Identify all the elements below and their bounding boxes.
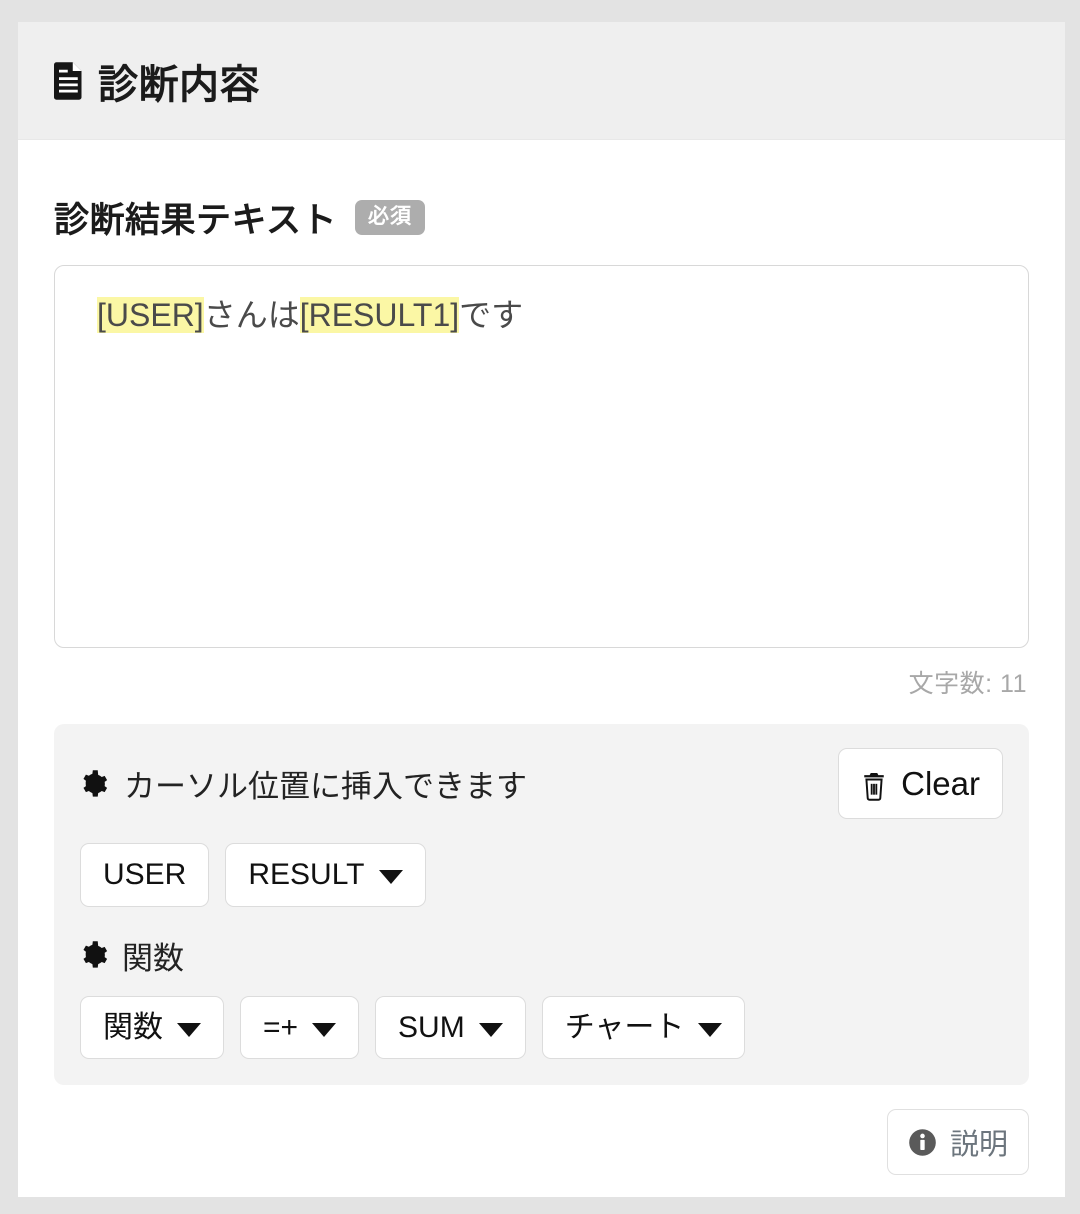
textarea-content: [USER]さんは[RESULT1]です	[97, 292, 1008, 338]
insert-panel: カーソル位置に挿入できます Clear USER RESULT 関数 関数 =+…	[54, 724, 1029, 1086]
insert-result-dropdown[interactable]: RESULT	[225, 843, 426, 907]
insert-result-dropdown-label: RESULT	[248, 858, 365, 892]
function-dropdown[interactable]: 関数	[80, 995, 224, 1060]
sum-dropdown-label: SUM	[398, 1010, 465, 1044]
trash-icon	[861, 769, 887, 801]
diagnosis-content-card: 診断内容 診断結果テキスト 必須 [USER]さんは[RESULT1]です 文字…	[18, 22, 1065, 1197]
operator-dropdown-label: =+	[263, 1010, 299, 1044]
chevron-down-icon	[698, 1022, 723, 1037]
gear-icon	[80, 769, 108, 798]
insert-user-button[interactable]: USER	[80, 843, 210, 907]
result-text-textarea[interactable]: [USER]さんは[RESULT1]です	[54, 265, 1029, 648]
card-header: 診断内容	[18, 22, 1065, 140]
insert-panel-header: カーソル位置に挿入できます Clear	[80, 748, 1003, 820]
character-count: 文字数: 11	[908, 670, 1027, 698]
required-badge: 必須	[354, 200, 425, 235]
function-section-heading: 関数	[80, 933, 1003, 978]
chevron-down-icon	[378, 870, 403, 884]
chevron-down-icon	[312, 1022, 337, 1037]
card-header-title: 診断内容	[54, 52, 260, 110]
insert-panel-heading: カーソル位置に挿入できます	[80, 761, 527, 806]
card-body: 診断結果テキスト 必須 [USER]さんは[RESULT1]です 文字数: 11	[18, 140, 1065, 1086]
sum-dropdown[interactable]: SUM	[375, 995, 526, 1060]
help-button-label: 説明	[949, 1129, 1008, 1162]
page-root: 診断内容 診断結果テキスト 必須 [USER]さんは[RESULT1]です 文字…	[0, 0, 1080, 1214]
card-footer: 説明	[18, 1085, 1065, 1176]
info-circle-icon	[908, 1128, 937, 1157]
help-button[interactable]: 説明	[886, 1109, 1029, 1176]
card-header-title-text: 診断内容	[98, 62, 260, 107]
chart-dropdown-label: チャート	[564, 1010, 685, 1044]
chevron-down-icon	[177, 1022, 201, 1037]
chart-dropdown[interactable]: チャート	[541, 995, 746, 1060]
document-icon	[54, 61, 84, 100]
clear-button[interactable]: Clear	[838, 748, 1003, 820]
token-user: [USER]	[97, 297, 204, 333]
clear-button-label: Clear	[901, 765, 980, 802]
field-label: 診断結果テキスト	[54, 201, 337, 240]
textarea-plain-2: です	[459, 297, 524, 333]
field-label-row: 診断結果テキスト 必須	[54, 192, 1029, 243]
gear-icon	[80, 941, 108, 969]
token-result1: [RESULT1]	[299, 297, 460, 333]
insert-panel-heading-text: カーソル位置に挿入できます	[124, 769, 527, 805]
insert-user-button-label: USER	[103, 858, 187, 892]
textarea-plain-1: さんは	[203, 297, 300, 333]
function-button-row: 関数 =+ SUM チャート	[80, 995, 1003, 1060]
function-dropdown-label: 関数	[103, 1010, 163, 1044]
chevron-down-icon	[478, 1022, 503, 1037]
operator-dropdown[interactable]: =+	[240, 995, 360, 1060]
function-section-heading-text: 関数	[122, 940, 184, 976]
variable-button-row: USER RESULT	[80, 843, 1003, 907]
